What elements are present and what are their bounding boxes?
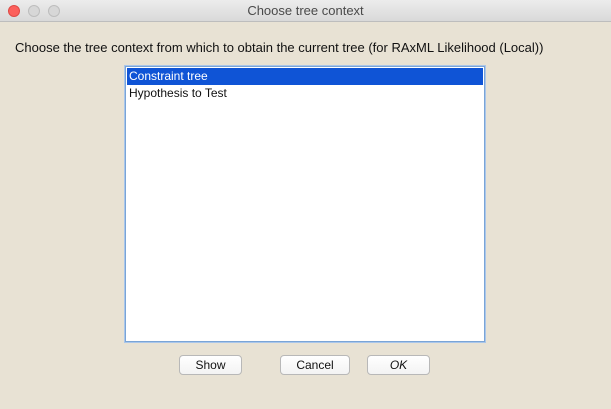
dialog-window: Choose tree context Choose the tree cont… — [0, 0, 611, 409]
dialog-prompt: Choose the tree context from which to ob… — [15, 40, 544, 55]
tree-context-list[interactable]: Constraint tree Hypothesis to Test — [125, 66, 485, 342]
cancel-button[interactable]: Cancel — [280, 355, 350, 375]
title-bar: Choose tree context — [0, 0, 611, 22]
list-item-constraint-tree[interactable]: Constraint tree — [127, 68, 483, 85]
ok-button[interactable]: OK — [367, 355, 430, 375]
show-button[interactable]: Show — [179, 355, 242, 375]
window-title: Choose tree context — [247, 3, 364, 18]
list-item-hypothesis-to-test[interactable]: Hypothesis to Test — [127, 85, 483, 102]
